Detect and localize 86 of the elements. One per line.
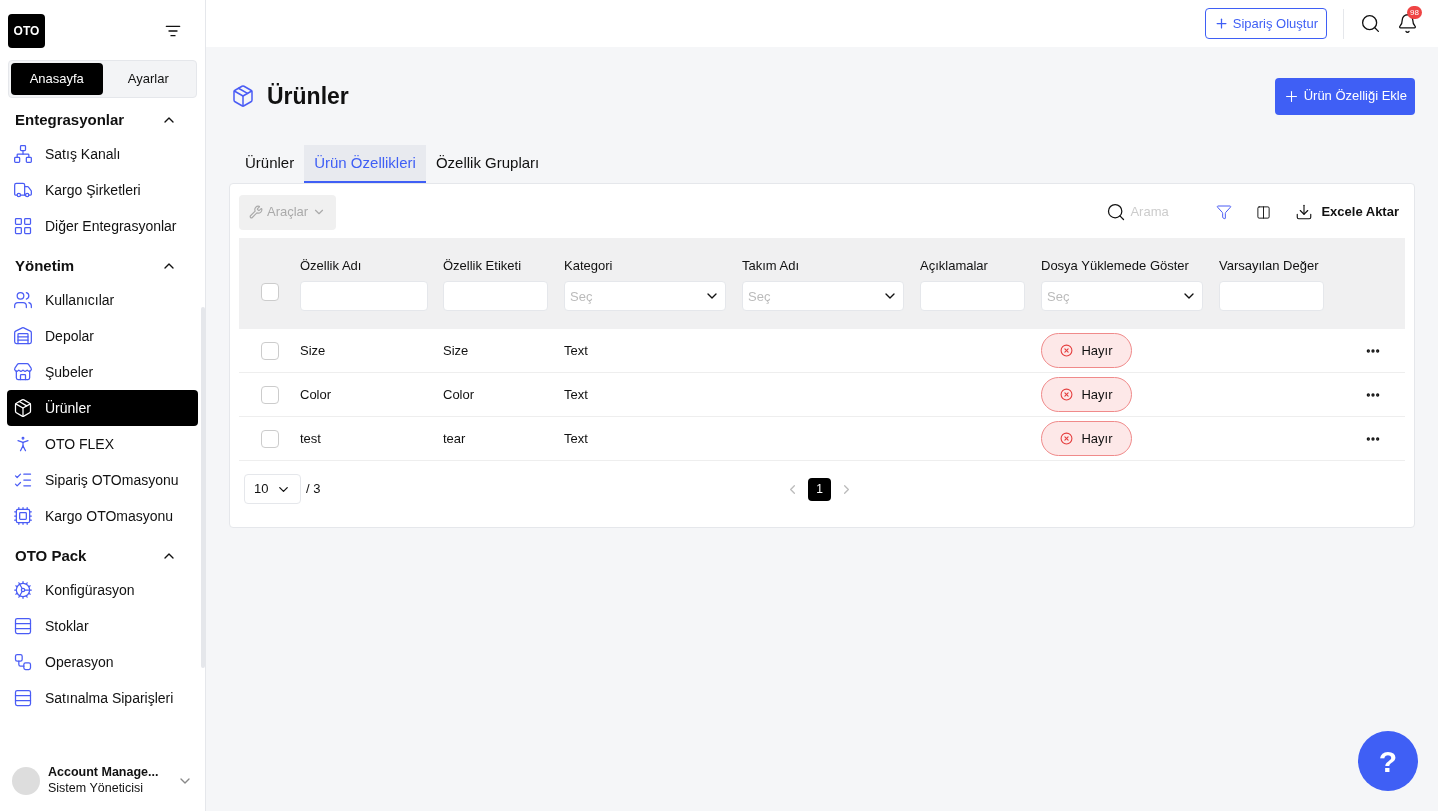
download-icon bbox=[1295, 203, 1314, 221]
checkbox[interactable] bbox=[261, 282, 279, 301]
x-circle-icon bbox=[1060, 344, 1074, 357]
sidebar-item[interactable]: Stoklar bbox=[7, 608, 198, 644]
search-icon bbox=[1106, 202, 1127, 222]
page-title: Ürünler bbox=[267, 81, 349, 111]
column-header: Kategori bbox=[564, 256, 614, 275]
account-name: Account Manage... bbox=[48, 765, 160, 781]
sidebar-item[interactable]: Operasyon bbox=[7, 644, 198, 680]
sidebar-item[interactable]: Kullanıcılar bbox=[7, 282, 198, 318]
box-icon bbox=[231, 84, 255, 108]
column-header: Takım Adı bbox=[742, 256, 801, 275]
table-cell-text: Text bbox=[564, 385, 589, 404]
table-cell-text: tear bbox=[443, 429, 467, 448]
plus-icon bbox=[1213, 16, 1229, 31]
filter-field[interactable] bbox=[1219, 281, 1324, 312]
filter-field[interactable] bbox=[300, 281, 428, 312]
bar-icon bbox=[13, 616, 33, 636]
sidebar-item[interactable]: OTO FLEX bbox=[7, 426, 198, 462]
sidebar-item[interactable]: Depolar bbox=[7, 318, 198, 354]
flowchart-icon bbox=[13, 652, 33, 672]
filter-field[interactable] bbox=[920, 281, 1025, 312]
table-cell-text: test bbox=[300, 429, 322, 448]
users-icon bbox=[13, 290, 33, 310]
column-header: Dosya Yüklemede Göster bbox=[1041, 256, 1190, 275]
add-feature-button[interactable]: Ürün Özelliği Ekle bbox=[1274, 77, 1415, 115]
store-icon bbox=[13, 362, 33, 382]
tab[interactable]: Ürün Özellikleri bbox=[304, 145, 426, 183]
x-circle-icon bbox=[1060, 388, 1074, 401]
table-cell-text: Size bbox=[300, 341, 327, 360]
status-badge: Hayır bbox=[1041, 333, 1132, 368]
tools-icon bbox=[249, 205, 263, 219]
tab[interactable]: Özellik Grupları bbox=[425, 145, 550, 183]
help-button[interactable]: ? bbox=[1358, 731, 1418, 791]
sidebar-item[interactable]: Kargo Şirketleri bbox=[7, 172, 198, 208]
status-badge: Hayır bbox=[1041, 421, 1132, 456]
section-title: OTO Pack bbox=[15, 545, 87, 566]
export-excel-button[interactable]: Excele Aktar bbox=[1295, 202, 1399, 222]
sidebar-item[interactable]: Konfigürasyon bbox=[7, 572, 198, 608]
page-button[interactable]: 1 bbox=[808, 477, 831, 501]
tab[interactable]: Ürünler bbox=[235, 145, 305, 183]
sidebar-item[interactable]: Diğer Entegrasyonlar bbox=[7, 208, 198, 244]
network-icon bbox=[13, 144, 33, 164]
table-cell-text: Text bbox=[564, 429, 589, 448]
table-cell-text: Color bbox=[443, 385, 476, 404]
column-header: Özellik Adı bbox=[300, 256, 363, 275]
sidebar-tab[interactable]: Anasayfa bbox=[11, 63, 103, 95]
warehouse-icon bbox=[13, 326, 33, 346]
grid-icon bbox=[13, 216, 33, 236]
gear-icon bbox=[13, 580, 33, 600]
sidebar-item[interactable]: Ürünler bbox=[7, 390, 198, 426]
sidebar-item[interactable]: Satınalma Siparişleri bbox=[7, 680, 198, 716]
column-header: Varsayılan Değer bbox=[1219, 256, 1320, 275]
column-header: Özellik Etiketi bbox=[443, 256, 523, 275]
search-icon[interactable] bbox=[1360, 13, 1381, 34]
box-icon bbox=[13, 398, 33, 418]
table-cell-text: Size bbox=[443, 341, 470, 360]
table-cell-text: Color bbox=[300, 385, 333, 404]
notification-bell-icon[interactable] bbox=[1397, 13, 1418, 34]
section-title: Entegrasyonlar bbox=[15, 109, 125, 130]
sidebar-item[interactable]: Şubeler bbox=[7, 354, 198, 390]
column-header: Açıklamalar bbox=[920, 256, 989, 275]
x-circle-icon bbox=[1060, 432, 1074, 445]
table-cell-text: Text bbox=[564, 341, 589, 360]
checkbox[interactable] bbox=[261, 429, 279, 448]
status-badge: Hayır bbox=[1041, 377, 1132, 412]
sidebar-tab[interactable]: Ayarlar bbox=[102, 63, 194, 95]
notification-badge: 98 bbox=[1407, 6, 1422, 19]
filter-icon[interactable] bbox=[1216, 204, 1233, 220]
section-title: Yönetim bbox=[15, 255, 75, 276]
page-size-select[interactable]: 10 bbox=[244, 474, 301, 504]
create-order-button[interactable]: Sipariş Oluştur bbox=[1204, 8, 1327, 39]
account-role: Sistem Yöneticisi bbox=[48, 781, 144, 797]
sidebar-item[interactable]: Sipariş OTOmasyonu bbox=[7, 462, 198, 498]
chip-icon bbox=[13, 506, 33, 526]
filter-field[interactable] bbox=[443, 281, 548, 312]
bar-icon bbox=[13, 688, 33, 708]
checkbox[interactable] bbox=[261, 385, 279, 404]
sidebar-item[interactable]: Satış Kanalı bbox=[7, 136, 198, 172]
columns-icon[interactable] bbox=[1256, 204, 1272, 220]
avatar bbox=[12, 767, 40, 795]
sidebar-item[interactable]: Kargo OTOmasyonu bbox=[7, 498, 198, 534]
truck-icon bbox=[13, 180, 33, 200]
page-total: / 3 bbox=[306, 480, 321, 499]
checkbox[interactable] bbox=[261, 341, 279, 360]
logo[interactable]: OTO bbox=[8, 13, 45, 48]
